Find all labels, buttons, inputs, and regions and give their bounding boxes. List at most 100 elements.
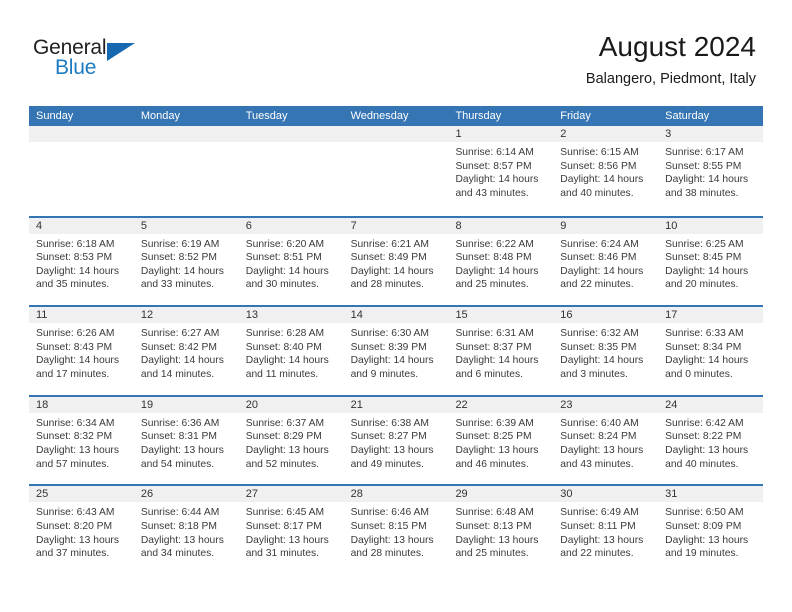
calendar-day-cell[interactable]: 23 Sunrise: 6:40 AM Sunset: 8:24 PM Dayligh… — [553, 396, 659, 485]
sunrise-text: Sunrise: 6:44 AM — [140, 507, 220, 519]
sunrise-text: Sunrise: 6:25 AM — [665, 238, 744, 250]
sunrise-text: Sunrise: 6:46 AM — [350, 507, 429, 519]
daylight-text: Daylight: 13 hours — [350, 444, 434, 456]
calendar-day-cell[interactable]: 20 Sunrise: 6:37 AM Sunset: 8:29 PM Dayligh… — [238, 396, 344, 485]
day-details: Sunrise: 6:36 AM Sunset: 8:31 PM Daylight:… — [134, 413, 239, 471]
daylight-text: and 30 minutes. — [245, 279, 319, 291]
calendar-page: General Blue August 2024 Balangero, Pied… — [0, 0, 792, 612]
day-details: Sunrise: 6:42 AM Sunset: 8:22 PM Daylight:… — [658, 413, 763, 471]
day-details: Sunrise: 6:15 AM Sunset: 8:56 PM Daylight:… — [553, 142, 658, 200]
day-details: Sunrise: 6:21 AM Sunset: 8:49 PM Daylight:… — [344, 234, 449, 292]
daylight-text: and 31 minutes. — [245, 548, 319, 560]
calendar-day-cell[interactable]: 1 Sunrise: 6:14 AM Sunset: 8:57 PM Daylight… — [448, 126, 554, 216]
calendar-day-cell[interactable]: 22 Sunrise: 6:39 AM Sunset: 8:25 PM Dayligh… — [448, 396, 554, 485]
calendar-day-cell[interactable]: 29 Sunrise: 6:48 AM Sunset: 8:13 PM Dayligh… — [448, 486, 554, 574]
day-number: 20 — [238, 396, 344, 413]
daylight-text: and 25 minutes. — [455, 279, 529, 291]
sunset-text: Sunset: 8:32 PM — [36, 431, 113, 443]
calendar-day-cell[interactable]: 13 Sunrise: 6:28 AM Sunset: 8:40 PM Dayligh… — [238, 307, 344, 395]
day-details: Sunrise: 6:30 AM Sunset: 8:39 PM Daylight:… — [344, 323, 449, 381]
daylight-text: Daylight: 13 hours — [36, 534, 119, 546]
daylight-text: Daylight: 13 hours — [455, 444, 539, 456]
calendar-day-cell[interactable]: 27 Sunrise: 6:45 AM Sunset: 8:17 PM Dayligh… — [238, 486, 344, 574]
day-number: 9 — [553, 217, 659, 234]
sunset-text: Sunset: 8:22 PM — [665, 431, 742, 443]
daylight-text: and 0 minutes. — [665, 368, 733, 380]
day-details: Sunrise: 6:49 AM Sunset: 8:11 PM Daylight:… — [553, 502, 658, 560]
calendar-day-cell[interactable]: 24 Sunrise: 6:42 AM Sunset: 8:22 PM Dayligh… — [658, 396, 764, 485]
daylight-text: and 11 minutes. — [245, 368, 319, 380]
calendar-day-cell[interactable]: 9 Sunrise: 6:24 AM Sunset: 8:46 PM Daylight… — [553, 217, 659, 306]
calendar-day-cell[interactable]: 16 Sunrise: 6:32 AM Sunset: 8:35 PM Dayligh… — [553, 307, 659, 395]
calendar-week-row: 18 Sunrise: 6:34 AM Sunset: 8:32 PM Dayligh… — [29, 394, 764, 485]
calendar-day-cell[interactable]: 19 Sunrise: 6:36 AM Sunset: 8:31 PM Dayligh… — [133, 396, 239, 485]
sunset-text: Sunset: 8:51 PM — [245, 252, 322, 264]
day-number: 15 — [448, 307, 554, 324]
daylight-text: Daylight: 14 hours — [455, 265, 539, 277]
calendar-day-cell[interactable]: 11 Sunrise: 6:26 AM Sunset: 8:43 PM Dayligh… — [29, 307, 134, 395]
daylight-text: Daylight: 13 hours — [350, 534, 434, 546]
calendar-day-cell[interactable]: 3 Sunrise: 6:17 AM Sunset: 8:55 PM Daylight… — [658, 126, 764, 216]
calendar-day-cell[interactable]: 7 Sunrise: 6:21 AM Sunset: 8:49 PM Daylight… — [343, 217, 449, 306]
calendar-day-cell[interactable]: 4 Sunrise: 6:18 AM Sunset: 8:53 PM Daylight… — [29, 217, 134, 306]
day-number: 14 — [343, 307, 449, 324]
calendar-empty-cell — [133, 126, 239, 216]
day-details: Sunrise: 6:25 AM Sunset: 8:45 PM Daylight:… — [658, 234, 763, 292]
calendar-day-cell[interactable]: 6 Sunrise: 6:20 AM Sunset: 8:51 PM Daylight… — [238, 217, 344, 306]
sunrise-text: Sunrise: 6:48 AM — [455, 507, 534, 519]
daylight-text: Daylight: 14 hours — [560, 265, 644, 277]
day-details: Sunrise: 6:20 AM Sunset: 8:51 PM Daylight:… — [239, 234, 344, 292]
daylight-text: and 6 minutes. — [455, 368, 523, 380]
sunrise-text: Sunrise: 6:43 AM — [36, 507, 115, 519]
day-details: Sunrise: 6:50 AM Sunset: 8:09 PM Daylight:… — [658, 502, 763, 560]
calendar-day-cell[interactable]: 28 Sunrise: 6:46 AM Sunset: 8:15 PM Dayligh… — [343, 486, 449, 574]
page-header: General Blue August 2024 Balangero, Pied… — [0, 0, 792, 101]
weekday-header-saturday: Saturday — [665, 110, 710, 122]
daylight-text: Daylight: 14 hours — [665, 265, 749, 277]
daylight-text: Daylight: 14 hours — [36, 265, 119, 277]
day-number — [29, 126, 134, 142]
brand-name-blue: Blue — [55, 56, 97, 79]
sunrise-text: Sunrise: 6:36 AM — [140, 417, 220, 429]
day-details — [134, 142, 239, 146]
calendar-day-cell[interactable]: 30 Sunrise: 6:49 AM Sunset: 8:11 PM Dayligh… — [553, 486, 659, 574]
daylight-text: Daylight: 14 hours — [140, 355, 224, 367]
sunrise-text: Sunrise: 6:38 AM — [350, 417, 429, 429]
calendar-day-cell[interactable]: 26 Sunrise: 6:44 AM Sunset: 8:18 PM Dayligh… — [133, 486, 239, 574]
day-number: 3 — [658, 126, 764, 142]
sunrise-text: Sunrise: 6:45 AM — [245, 507, 325, 519]
sunrise-text: Sunrise: 6:17 AM — [665, 147, 744, 158]
calendar-day-cell[interactable]: 21 Sunrise: 6:38 AM Sunset: 8:27 PM Dayligh… — [343, 396, 449, 485]
daylight-text: and 33 minutes. — [140, 279, 215, 291]
calendar-day-cell[interactable]: 10 Sunrise: 6:25 AM Sunset: 8:45 PM Dayligh… — [658, 217, 764, 306]
sunrise-text: Sunrise: 6:18 AM — [36, 238, 115, 250]
calendar-day-cell[interactable]: 15 Sunrise: 6:31 AM Sunset: 8:37 PM Dayligh… — [448, 307, 554, 395]
calendar-day-cell[interactable]: 2 Sunrise: 6:15 AM Sunset: 8:56 PM Daylight… — [553, 126, 659, 216]
calendar-day-cell[interactable]: 31 Sunrise: 6:50 AM Sunset: 8:09 PM Dayligh… — [658, 486, 764, 574]
sunset-text: Sunset: 8:57 PM — [455, 160, 532, 172]
daylight-text: Daylight: 14 hours — [245, 355, 329, 367]
daylight-text: Daylight: 13 hours — [245, 534, 329, 546]
day-details: Sunrise: 6:40 AM Sunset: 8:24 PM Daylight:… — [553, 413, 658, 471]
weekday-header-row: Sunday Monday Tuesday Wednesday Thursday… — [29, 106, 763, 126]
daylight-text: Daylight: 13 hours — [665, 444, 749, 456]
day-details: Sunrise: 6:38 AM Sunset: 8:27 PM Daylight:… — [344, 413, 449, 471]
brand-logo[interactable]: General Blue — [33, 36, 153, 86]
daylight-text: and 3 minutes. — [560, 368, 628, 380]
calendar-day-cell[interactable]: 12 Sunrise: 6:27 AM Sunset: 8:42 PM Dayligh… — [133, 307, 239, 395]
day-details: Sunrise: 6:37 AM Sunset: 8:29 PM Daylight:… — [239, 413, 344, 471]
day-number: 28 — [343, 486, 449, 503]
calendar-day-cell[interactable]: 25 Sunrise: 6:43 AM Sunset: 8:20 PM Dayligh… — [29, 486, 134, 574]
day-number: 24 — [658, 396, 764, 413]
calendar-day-cell[interactable]: 18 Sunrise: 6:34 AM Sunset: 8:32 PM Dayligh… — [29, 396, 134, 485]
daylight-text: and 9 minutes. — [350, 368, 419, 380]
daylight-text: and 35 minutes. — [36, 279, 110, 291]
calendar-week-row: 11 Sunrise: 6:26 AM Sunset: 8:43 PM Dayligh… — [29, 305, 764, 395]
weekday-header-sunday: Sunday — [36, 110, 74, 122]
calendar-day-cell[interactable]: 17 Sunrise: 6:33 AM Sunset: 8:34 PM Dayligh… — [658, 307, 764, 395]
sunset-text: Sunset: 8:37 PM — [455, 341, 532, 353]
calendar-day-cell[interactable]: 14 Sunrise: 6:30 AM Sunset: 8:39 PM Dayligh… — [343, 307, 449, 395]
sunrise-text: Sunrise: 6:50 AM — [665, 507, 744, 519]
calendar-day-cell[interactable]: 5 Sunrise: 6:19 AM Sunset: 8:52 PM Daylight… — [133, 217, 239, 306]
calendar-day-cell[interactable]: 8 Sunrise: 6:22 AM Sunset: 8:48 PM Daylight… — [448, 217, 554, 306]
